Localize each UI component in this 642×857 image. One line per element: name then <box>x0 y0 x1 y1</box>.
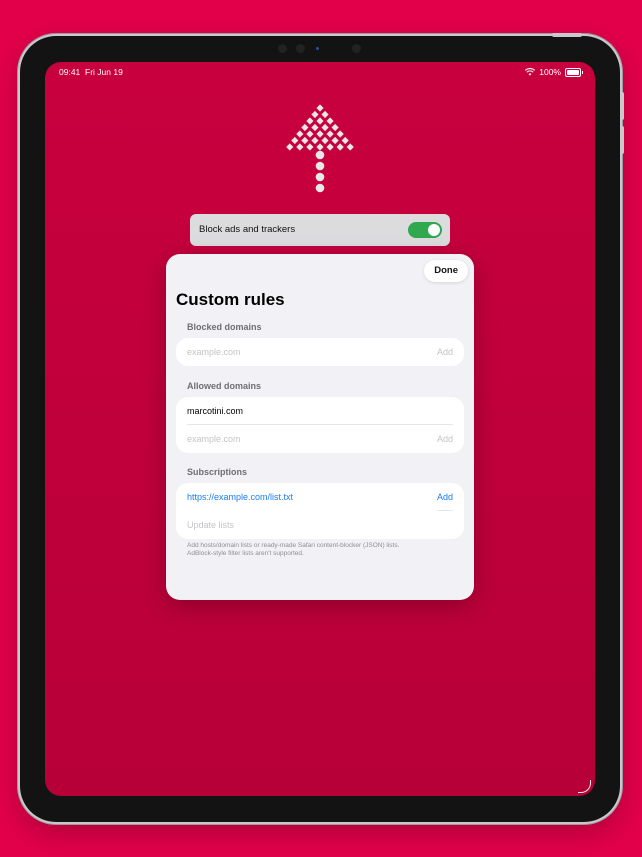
done-button[interactable]: Done <box>424 260 468 282</box>
switch-knob <box>428 224 440 236</box>
update-lists-row: Update lists <box>176 511 464 539</box>
ipad-device: 09:41 Fri Jun 19 100% Block ads and trac… <box>20 33 624 822</box>
status-bar: 09:41 Fri Jun 19 100% <box>59 67 583 81</box>
battery-icon <box>565 67 583 77</box>
status-right: 100% <box>525 67 583 77</box>
allowed-domains-group: marcotini.com example.com Add <box>176 397 464 453</box>
subscription-url-input[interactable]: https://example.com/list.txt <box>187 492 293 502</box>
volume-down-button <box>620 126 624 154</box>
update-lists-button[interactable]: Update lists <box>187 520 234 530</box>
subscription-input-row: https://example.com/list.txt Add <box>176 483 464 511</box>
home-indicator-corner <box>578 780 591 793</box>
battery-percent: 100% <box>539 67 561 77</box>
status-time: 09:41 Fri Jun 19 <box>59 67 123 77</box>
blocked-domain-input[interactable]: example.com <box>187 347 241 357</box>
wifi-icon <box>525 68 536 76</box>
allowed-domain-input[interactable]: example.com <box>187 434 241 444</box>
allowed-domain-input-row: example.com Add <box>176 425 464 453</box>
block-ads-toggle-row: Block ads and trackers <box>190 214 450 246</box>
toggle-label: Block ads and trackers <box>199 224 296 235</box>
subscriptions-footnote: Add hosts/domain lists or ready-made Saf… <box>187 542 400 557</box>
allowed-domains-header: Allowed domains <box>187 381 262 391</box>
allowed-add-button[interactable]: Add <box>437 434 453 444</box>
blocked-add-button[interactable]: Add <box>437 347 453 357</box>
allowed-domain-item: marcotini.com <box>187 406 244 416</box>
blocked-domains-header: Blocked domains <box>187 322 262 332</box>
block-ads-switch[interactable] <box>408 222 442 238</box>
camera-bar <box>278 44 362 54</box>
app-logo-arrow-icon <box>286 104 354 193</box>
blocked-domains-group: example.com Add <box>176 338 464 366</box>
top-button <box>552 33 582 37</box>
volume-up-button <box>620 92 624 120</box>
list-item[interactable]: marcotini.com <box>176 397 464 425</box>
custom-rules-sheet: Done Custom rules Blocked domains exampl… <box>166 254 474 600</box>
blocked-domain-input-row: example.com Add <box>176 338 464 366</box>
subscription-add-button[interactable]: Add <box>437 492 453 502</box>
subscriptions-group: https://example.com/list.txt Add Update … <box>176 483 464 539</box>
screen: 09:41 Fri Jun 19 100% Block ads and trac… <box>45 62 595 796</box>
subscriptions-header: Subscriptions <box>187 467 248 477</box>
page-title: Custom rules <box>176 290 285 309</box>
